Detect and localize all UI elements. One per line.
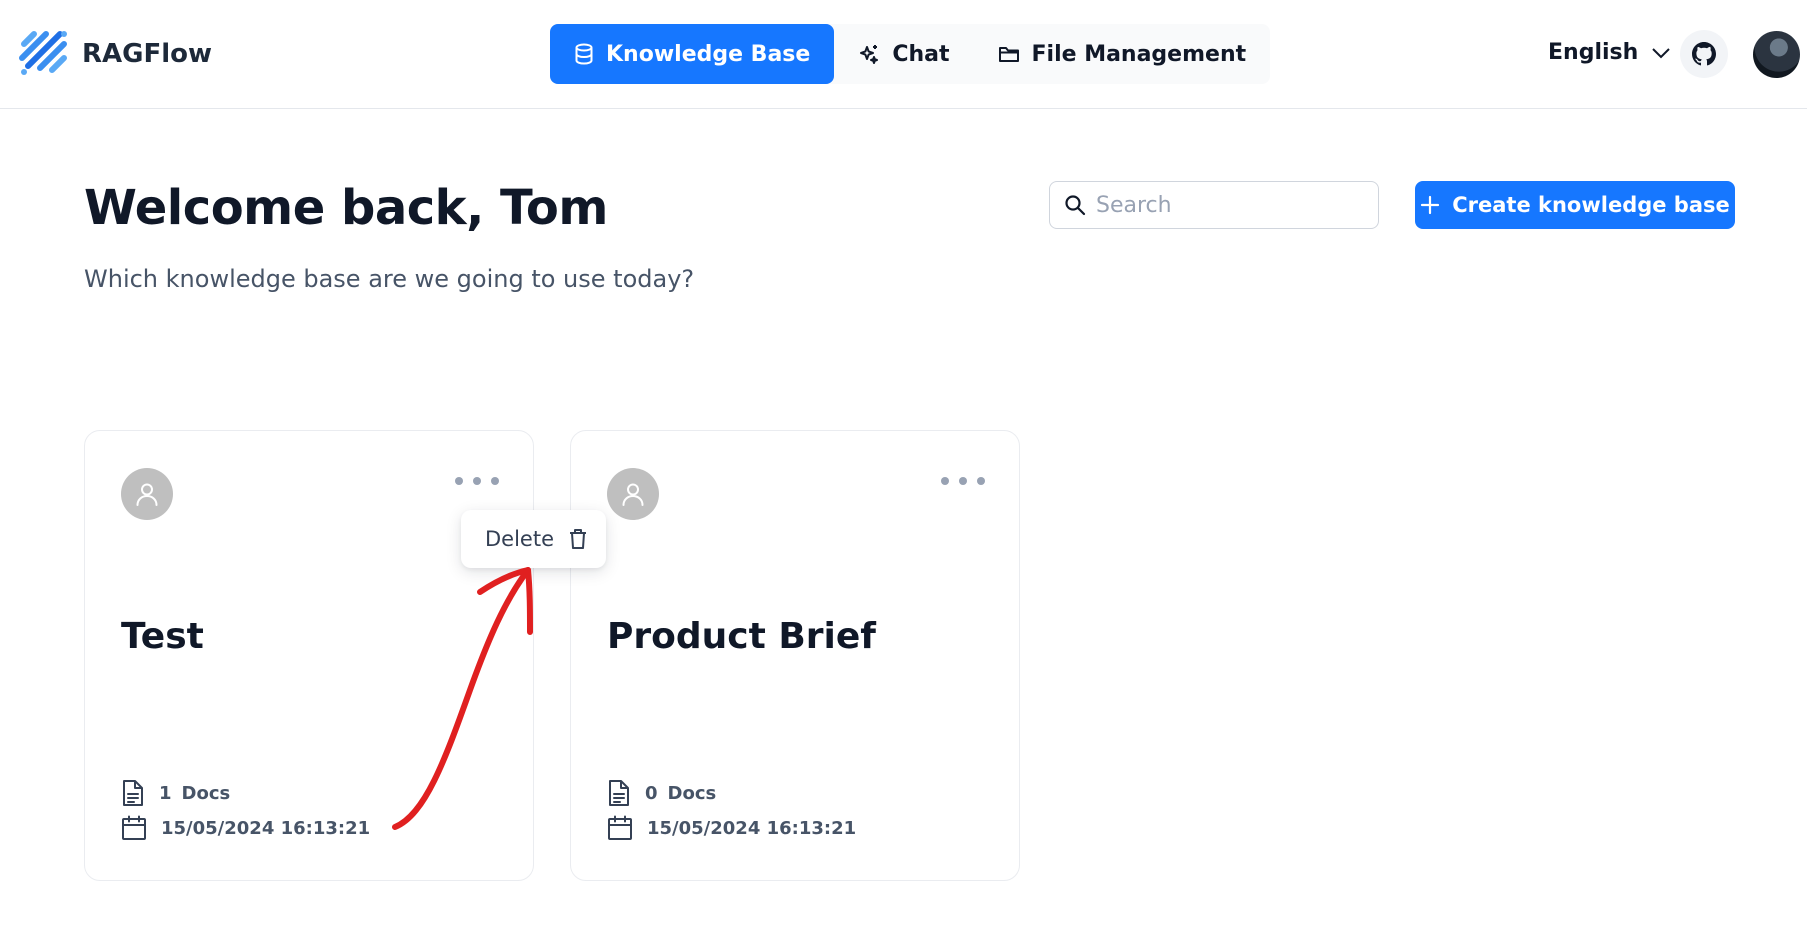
- more-options-button[interactable]: [941, 469, 985, 493]
- document-icon: [123, 780, 143, 806]
- card-title: Test: [121, 616, 204, 657]
- ragflow-logo-icon: [19, 31, 67, 75]
- card-avatar: [607, 468, 659, 520]
- language-selector[interactable]: English: [1548, 40, 1670, 65]
- top-header: RAGFlow Knowledge Base Chat File Managem…: [0, 0, 1807, 109]
- dot: [491, 477, 499, 485]
- dot: [959, 477, 967, 485]
- delete-menu-item[interactable]: Delete: [485, 527, 554, 551]
- app-name: RAGFlow: [82, 39, 213, 69]
- card-date: 15/05/2024 16:13:21: [121, 815, 370, 841]
- dot: [455, 477, 463, 485]
- nav-tab-file-management[interactable]: File Management: [974, 24, 1271, 84]
- docs-label: Docs: [181, 782, 231, 804]
- chevron-down-icon: [1652, 47, 1670, 58]
- card-title: Product Brief: [607, 616, 876, 657]
- knowledge-base-card[interactable]: Product Brief 0 Docs 15/05/2024 16:13:21: [570, 430, 1020, 881]
- create-knowledge-base-button[interactable]: Create knowledge base: [1415, 181, 1735, 229]
- search-input[interactable]: [1096, 192, 1366, 218]
- language-label: English: [1548, 40, 1639, 65]
- docs-label: Docs: [667, 782, 717, 804]
- card-docs-count: 0 Docs: [607, 779, 716, 807]
- search-box: [1049, 181, 1379, 229]
- calendar-icon: [122, 815, 146, 840]
- date-text: 15/05/2024 16:13:21: [161, 817, 371, 839]
- knowledge-base-card[interactable]: Test 1 Docs 15/05/2024 16:13:21: [84, 430, 534, 881]
- trash-icon[interactable]: [568, 528, 588, 550]
- nav-tab-label: Knowledge Base: [606, 41, 811, 67]
- card-options-dropdown: Delete: [461, 510, 606, 568]
- docs-count: 0: [645, 782, 658, 804]
- card-date: 15/05/2024 16:13:21: [607, 815, 856, 841]
- github-icon: [1692, 42, 1716, 66]
- nav-tab-label: File Management: [1031, 41, 1247, 67]
- docs-count: 1: [159, 782, 172, 804]
- card-avatar: [121, 468, 173, 520]
- page-subtitle: Which knowledge base are we going to use…: [84, 265, 695, 293]
- date-text: 15/05/2024 16:13:21: [647, 817, 857, 839]
- document-icon: [609, 780, 629, 806]
- github-button[interactable]: [1680, 30, 1728, 78]
- database-icon: [575, 43, 593, 65]
- plus-icon: [1421, 195, 1440, 215]
- nav-tab-chat[interactable]: Chat: [834, 24, 973, 84]
- dot: [977, 477, 985, 485]
- main-nav: Knowledge Base Chat File Management: [550, 24, 1271, 84]
- nav-tab-knowledge-base[interactable]: Knowledge Base: [550, 24, 835, 84]
- user-icon: [136, 483, 158, 506]
- more-options-button[interactable]: [455, 469, 499, 493]
- page-title: Welcome back, Tom: [84, 180, 608, 236]
- calendar-icon: [608, 815, 632, 840]
- card-docs-count: 1 Docs: [121, 779, 230, 807]
- folder-icon: [998, 47, 1019, 62]
- dot: [941, 477, 949, 485]
- search-icon: [1065, 195, 1086, 216]
- nav-tab-label: Chat: [892, 41, 950, 67]
- brand[interactable]: RAGFlow: [18, 28, 212, 80]
- user-avatar[interactable]: [1753, 31, 1800, 78]
- create-button-label: Create knowledge base: [1452, 193, 1730, 217]
- dot: [473, 477, 481, 485]
- user-icon: [622, 483, 644, 506]
- sparkles-icon: [860, 45, 879, 64]
